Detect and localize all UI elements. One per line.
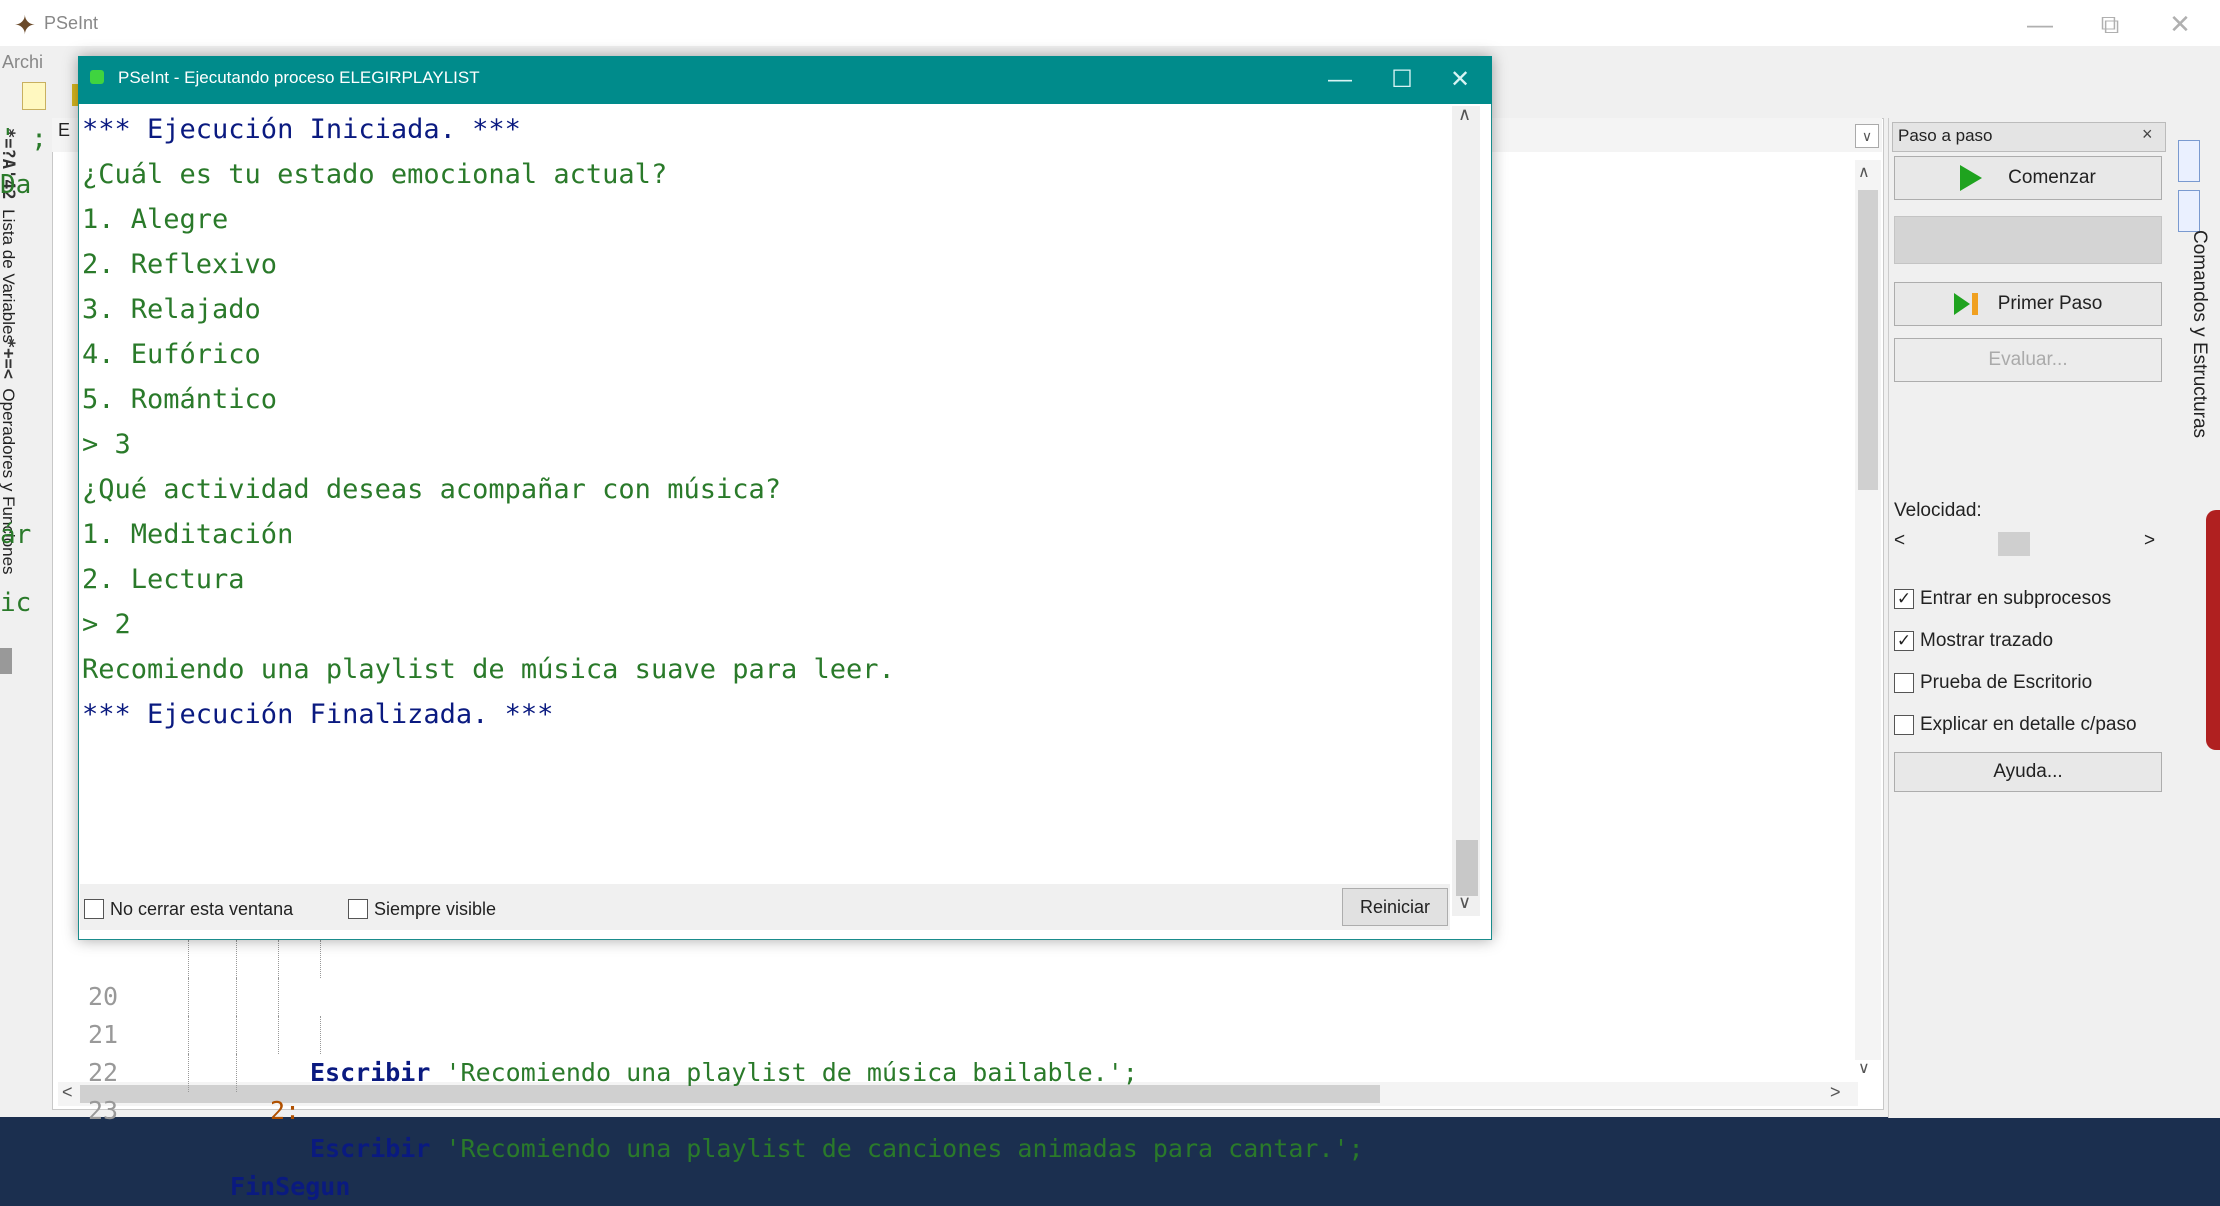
- ayuda-button[interactable]: Ayuda...: [1894, 752, 2162, 792]
- checkbox-label: Siempre visible: [374, 898, 497, 919]
- checkbox-label: Explicar en detalle c/paso: [1920, 714, 2137, 735]
- console-output-line: ¿Cuál es tu estado emocional actual?: [82, 159, 668, 190]
- console-scroll-up-icon[interactable]: ∧: [1458, 104, 1471, 125]
- exec-close-icon[interactable]: ✕: [1432, 58, 1488, 102]
- peek-text: Da: [0, 170, 32, 200]
- console-output-line: 5. Romántico: [82, 384, 278, 415]
- main-window-title: PSeInt: [44, 13, 99, 33]
- close-icon[interactable]: ✕: [2150, 6, 2210, 42]
- peek-text: ' ;: [0, 124, 47, 154]
- lista-de-variables-label: Lista de Variables: [0, 209, 18, 343]
- checkbox-label: Prueba de Escritorio: [1920, 672, 2093, 693]
- checkbox-label: Entrar en subprocesos: [1920, 588, 2112, 609]
- checkbox-label: No cerrar esta ventana: [110, 898, 294, 919]
- velocidad-slider-thumb[interactable]: [1998, 532, 2030, 556]
- exec-minimize-icon[interactable]: —: [1312, 58, 1368, 102]
- step-icon: [1953, 293, 1978, 315]
- exec-maximize-icon[interactable]: ☐: [1374, 58, 1430, 102]
- scroll-up-icon[interactable]: ∧: [1858, 162, 1870, 182]
- console-scroll-thumb[interactable]: [1456, 840, 1478, 896]
- comenzar-button[interactable]: Comenzar: [1894, 156, 2162, 200]
- background-red-shape: [2206, 510, 2220, 750]
- evaluar-button[interactable]: Evaluar...: [1894, 338, 2162, 382]
- reiniciar-label: Reiniciar: [1359, 896, 1431, 917]
- primer-paso-button[interactable]: Primer Paso: [1894, 282, 2162, 326]
- siempre-visible-checkbox[interactable]: Siempre visible: [348, 896, 496, 922]
- code-string: 'Recomiendo una playlist de canciones an…: [430, 1134, 1364, 1163]
- primer-paso-label: Primer Paso: [1997, 293, 2103, 314]
- editor-tab-label[interactable]: E: [58, 120, 70, 141]
- evaluar-label: Evaluar...: [1988, 349, 2068, 370]
- slider-increase-icon[interactable]: >: [2144, 530, 2155, 552]
- scroll-down-icon[interactable]: ∨: [1858, 1058, 1870, 1078]
- editor-dropdown-button[interactable]: ∨: [1855, 124, 1879, 148]
- code-line: 22 Escribir 'Recomiendo una playlist de …: [58, 1016, 1848, 1163]
- flowchart-icon[interactable]: [2178, 140, 2200, 182]
- code-keyword: FinSegun: [230, 1172, 351, 1201]
- main-titlebar: [0, 0, 2220, 46]
- minimize-icon[interactable]: —: [2010, 6, 2070, 42]
- checkbox-unchecked-icon: [348, 899, 368, 919]
- play-icon: [1960, 165, 1983, 191]
- console-output-line: 2. Lectura: [82, 564, 245, 595]
- code-keyword: Escribir: [310, 1134, 431, 1163]
- reiniciar-button[interactable]: Reiniciar: [1342, 888, 1448, 926]
- peek-text: ár: [0, 520, 32, 550]
- editor-vscroll-thumb[interactable]: [1858, 190, 1878, 490]
- operators-symbols-icon: *+=<: [0, 338, 18, 379]
- console-input-line: > 2: [82, 609, 131, 640]
- code-line: 24 2:: [58, 1078, 1848, 1084]
- velocidad-label: Velocidad:: [1894, 500, 1982, 521]
- code-line: 20 Escribir 'Recomiendo una playlist de …: [58, 940, 1848, 1087]
- console-output-line: 4. Eufórico: [82, 339, 261, 370]
- explicar-detalle-checkbox[interactable]: Explicar en detalle c/paso: [1894, 710, 2137, 740]
- console-system-line: *** Ejecución Finalizada. ***: [82, 699, 554, 730]
- console-output-line: ¿Qué actividad deseas acompañar con músi…: [82, 474, 781, 505]
- blank-button[interactable]: [1894, 216, 2162, 264]
- ayuda-label: Ayuda...: [1993, 761, 2063, 782]
- new-file-icon[interactable]: [22, 82, 46, 110]
- lista-de-variables-tab[interactable]: *=?A'42 Lista de Variables: [0, 128, 18, 343]
- console-scrollbar[interactable]: [1452, 106, 1480, 916]
- console-output-line: Recomiendo una playlist de música suave …: [82, 654, 895, 685]
- mostrar-trazado-checkbox[interactable]: ✓ Mostrar trazado: [1894, 626, 2053, 656]
- line-number: 23: [88, 1096, 119, 1125]
- peek-text: ic: [0, 588, 32, 618]
- code-line: 23 FinSegun: [58, 1054, 1848, 1201]
- checkbox-unchecked-icon: [84, 899, 104, 919]
- panel-close-icon[interactable]: ×: [2142, 124, 2153, 145]
- console-output-line: 3. Relajado: [82, 294, 261, 325]
- console-input-line: > 3: [82, 429, 131, 460]
- pseint-app-icon: ✦: [14, 10, 36, 40]
- maximize-icon[interactable]: ⧉: [2080, 6, 2140, 42]
- code-line: 21 2:: [58, 978, 1848, 1125]
- paso-a-paso-panel: [1888, 118, 2171, 1118]
- menu-archivo[interactable]: Archi: [2, 52, 43, 73]
- checkbox-checked-icon: ✓: [1894, 589, 1914, 609]
- checkbox-unchecked-icon: [1894, 673, 1914, 693]
- checkbox-unchecked-icon: [1894, 715, 1914, 735]
- console-system-line: *** Ejecución Iniciada. ***: [82, 114, 521, 145]
- entrar-subprocesos-checkbox[interactable]: ✓ Entrar en subprocesos: [1894, 584, 2111, 614]
- slider-decrease-icon[interactable]: <: [1894, 530, 1905, 552]
- comenzar-label: Comenzar: [2008, 167, 2096, 188]
- console-scroll-down-icon[interactable]: ∨: [1458, 892, 1471, 913]
- comandos-estructuras-tab[interactable]: Comandos y Estructuras: [2188, 230, 2210, 438]
- console-output-line: 1. Alegre: [82, 204, 229, 235]
- execution-window-title: PSeInt - Ejecutando proceso ELEGIRPLAYLI…: [118, 68, 480, 87]
- checkbox-checked-icon: ✓: [1894, 631, 1914, 651]
- paso-a-paso-title: Paso a paso: [1898, 126, 1993, 145]
- case-label: 2:: [270, 1096, 301, 1125]
- console-output-line: 2. Reflexivo: [82, 249, 278, 280]
- checkbox-label: Mostrar trazado: [1920, 630, 2054, 651]
- prueba-escritorio-checkbox[interactable]: Prueba de Escritorio: [1894, 668, 2092, 698]
- console-output-line: 1. Meditación: [82, 519, 294, 550]
- no-cerrar-checkbox[interactable]: No cerrar esta ventana: [84, 896, 293, 922]
- peek-gray-bar: [0, 648, 12, 674]
- diagram-icon[interactable]: [2178, 190, 2200, 232]
- run-icon: [90, 70, 104, 84]
